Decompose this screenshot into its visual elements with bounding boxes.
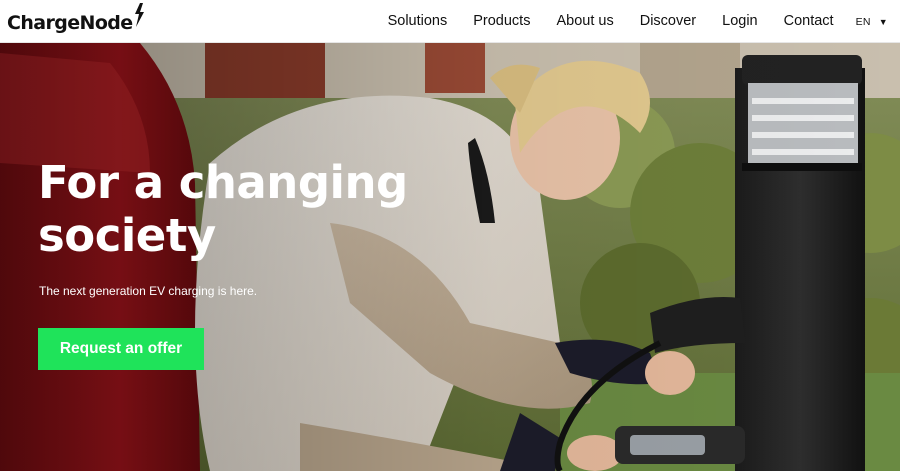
- logo-text: ChargeNode: [7, 12, 133, 34]
- site-header: ChargeNode Solutions Products About us D…: [0, 0, 900, 43]
- nav-solutions[interactable]: Solutions: [388, 0, 448, 43]
- language-selector[interactable]: EN ▼: [856, 16, 888, 28]
- nav-products[interactable]: Products: [473, 0, 530, 43]
- chevron-down-icon: ▼: [878, 16, 888, 27]
- hero-subtitle: The next generation EV charging is here.: [39, 284, 258, 298]
- main-nav: Solutions Products About us Discover Log…: [362, 0, 888, 43]
- hero-section: For a changing society The next generati…: [0, 43, 900, 471]
- nav-login[interactable]: Login: [722, 0, 757, 43]
- nav-contact[interactable]: Contact: [784, 0, 834, 43]
- nav-discover[interactable]: Discover: [640, 0, 696, 43]
- chargenode-logo[interactable]: ChargeNode: [7, 3, 145, 37]
- language-label: EN: [855, 15, 871, 28]
- nav-about-us[interactable]: About us: [556, 0, 613, 43]
- hero-title: For a changing society: [38, 156, 408, 262]
- lightning-bolt-icon: [134, 3, 144, 27]
- request-offer-button[interactable]: Request an offer: [38, 328, 204, 370]
